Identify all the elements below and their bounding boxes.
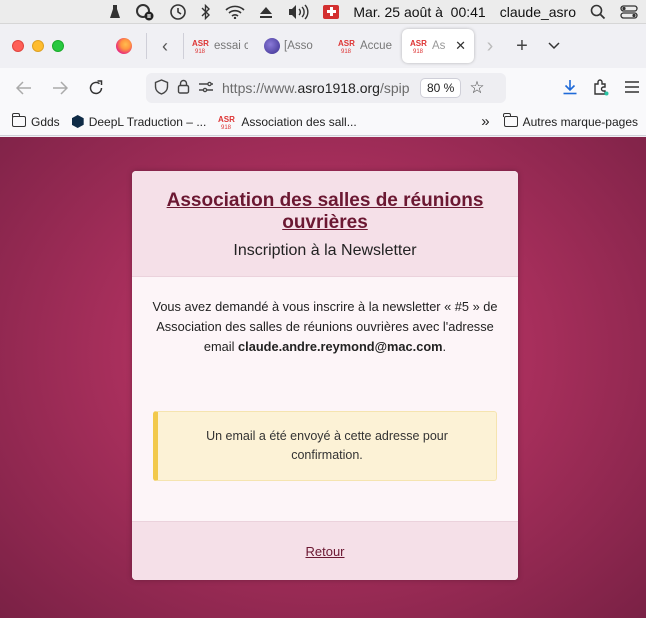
new-tab-icon[interactable]: + bbox=[506, 35, 538, 58]
deepl-icon bbox=[71, 115, 84, 128]
extensions-icon[interactable] bbox=[592, 78, 610, 99]
card-footer: Retour bbox=[132, 521, 518, 580]
bookmark-association[interactable]: ASR 918 Association des sall... bbox=[218, 114, 356, 130]
volume-icon[interactable] bbox=[287, 0, 309, 24]
asro-favicon-icon: ASR 918 bbox=[410, 38, 428, 54]
page-subtitle: Inscription à la Newsletter bbox=[233, 242, 417, 259]
tab-label: [Asso bbox=[284, 40, 313, 52]
tab-scroll-left-icon[interactable]: ‹ bbox=[147, 36, 183, 57]
reload-icon[interactable] bbox=[78, 68, 114, 108]
menu-hamburger-icon[interactable] bbox=[624, 80, 640, 96]
toolbar-right bbox=[562, 68, 640, 108]
swiss-flag-icon[interactable] bbox=[323, 0, 340, 24]
close-window-button[interactable] bbox=[12, 40, 24, 52]
forward-icon[interactable] bbox=[42, 68, 78, 108]
email-address: claude.andre.reymond@mac.com bbox=[238, 339, 443, 354]
bluetooth-icon[interactable] bbox=[201, 0, 211, 24]
card-body: Vous avez demandé à vous inscrire à la n… bbox=[132, 277, 518, 521]
svg-text:ASR: ASR bbox=[410, 39, 427, 48]
more-bookmarks-chevron-icon[interactable]: » bbox=[481, 113, 489, 130]
tab-association-active[interactable]: ASR918 Ass ✕ bbox=[402, 29, 474, 63]
eject-icon[interactable] bbox=[259, 0, 273, 24]
tab-label: essai c bbox=[214, 40, 248, 52]
spotlight-search-icon[interactable] bbox=[590, 0, 606, 24]
list-all-tabs-icon[interactable] bbox=[538, 42, 570, 50]
close-tab-icon[interactable]: ✕ bbox=[455, 38, 466, 54]
email-sent-alert: Un email a été envoyé à cette adresse po… bbox=[153, 411, 497, 481]
bookmarks-toolbar: Gdds DeepL Traduction – ... ASR 918 Assoc… bbox=[0, 108, 646, 136]
page-background: Association des salles de réunions ouvri… bbox=[0, 137, 646, 618]
time-machine-icon[interactable] bbox=[169, 0, 187, 24]
bookmark-label: Association des sall... bbox=[241, 114, 357, 129]
back-icon[interactable] bbox=[6, 68, 42, 108]
asro-favicon-icon: ASR 918 bbox=[192, 38, 210, 54]
url-domain: asro1918.org bbox=[297, 80, 380, 96]
url-prefix: https://www. bbox=[222, 80, 298, 96]
tab-accueil[interactable]: ASR 918 Accue bbox=[330, 29, 402, 63]
bookmark-label: Autres marque-pages bbox=[522, 114, 638, 129]
card-header: Association des salles de réunions ouvri… bbox=[132, 171, 518, 277]
asro-favicon-icon: ASR 918 bbox=[218, 114, 236, 130]
menubar-username[interactable]: claude_asro bbox=[500, 0, 576, 24]
folder-icon bbox=[11, 113, 26, 127]
minimize-window-button[interactable] bbox=[32, 40, 44, 52]
folder-icon bbox=[503, 113, 518, 127]
url-path: /spip bbox=[379, 80, 410, 96]
firefox-view-icon[interactable] bbox=[116, 38, 132, 54]
lock-icon[interactable] bbox=[177, 79, 190, 97]
back-link[interactable]: Retour bbox=[305, 544, 344, 559]
confirmation-message: Vous avez demandé à vous inscrire à la n… bbox=[150, 297, 500, 357]
tab-strip: ‹ ASR 918 essai c [Asso ASR 918 Accue ASR 9… bbox=[0, 24, 646, 68]
svg-text:918: 918 bbox=[341, 49, 352, 54]
bookmark-label: DeepL Traduction – ... bbox=[88, 114, 207, 129]
window-controls bbox=[0, 40, 100, 52]
asro-favicon-icon: ASR 918 bbox=[338, 38, 356, 54]
svg-text:ASR: ASR bbox=[192, 39, 209, 48]
zoom-window-button[interactable] bbox=[52, 40, 64, 52]
bookmark-star-icon[interactable]: ☆ bbox=[469, 78, 484, 98]
macos-menubar: Mar. 25 août à 00:41 claude_asro bbox=[0, 0, 646, 24]
wifi-icon[interactable] bbox=[225, 0, 245, 24]
tab-label: Ass bbox=[432, 40, 446, 52]
zoom-level-button[interactable]: 80 % bbox=[420, 78, 462, 98]
tracking-shield-icon[interactable] bbox=[154, 78, 169, 98]
tab-essai[interactable]: ASR 918 essai c bbox=[184, 29, 256, 63]
bookmarks-right: » Autres marque-pages bbox=[481, 113, 638, 130]
bookmark-label: Gdds bbox=[31, 114, 60, 129]
menubar-date: Mar. 25 août à bbox=[353, 3, 443, 20]
menubar-datetime[interactable]: Mar. 25 août à 00:41 bbox=[353, 0, 485, 24]
svg-text:ASR: ASR bbox=[338, 39, 355, 48]
tab-asso[interactable]: [Asso bbox=[256, 29, 330, 63]
tab-label: Accue bbox=[360, 40, 392, 52]
newsletter-card: Association des salles de réunions ouvri… bbox=[132, 171, 518, 580]
svg-text:ASR: ASR bbox=[218, 115, 235, 124]
bookmark-other-folder[interactable]: Autres marque-pages bbox=[503, 113, 638, 129]
downloads-icon[interactable] bbox=[562, 79, 578, 98]
message-end: . bbox=[442, 339, 447, 354]
app-status-icon[interactable] bbox=[135, 0, 155, 24]
control-center-icon[interactable] bbox=[620, 0, 638, 24]
menubar-time: 00:41 bbox=[450, 3, 486, 20]
bookmark-deepl[interactable]: DeepL Traduction – ... bbox=[71, 114, 207, 129]
svg-text:918: 918 bbox=[221, 125, 232, 130]
tab-scroll-right-icon[interactable]: › bbox=[474, 35, 506, 58]
bookmark-gdds[interactable]: Gdds bbox=[11, 113, 60, 129]
alert-text: Un email a été envoyé à cette adresse po… bbox=[206, 429, 448, 462]
svg-text:918: 918 bbox=[413, 49, 424, 54]
navigation-toolbar: https://www.asro1918.org/spip 80 % ☆ bbox=[0, 68, 646, 108]
tab-globe-icon bbox=[264, 38, 280, 54]
permissions-icon[interactable] bbox=[198, 81, 214, 96]
url-text[interactable]: https://www.asro1918.org/spip bbox=[222, 80, 412, 96]
flask-icon[interactable] bbox=[109, 0, 121, 24]
url-bar[interactable]: https://www.asro1918.org/spip 80 % ☆ bbox=[146, 73, 506, 103]
site-title-link[interactable]: Association des salles de réunions ouvri… bbox=[132, 190, 518, 234]
svg-text:918: 918 bbox=[195, 49, 206, 54]
